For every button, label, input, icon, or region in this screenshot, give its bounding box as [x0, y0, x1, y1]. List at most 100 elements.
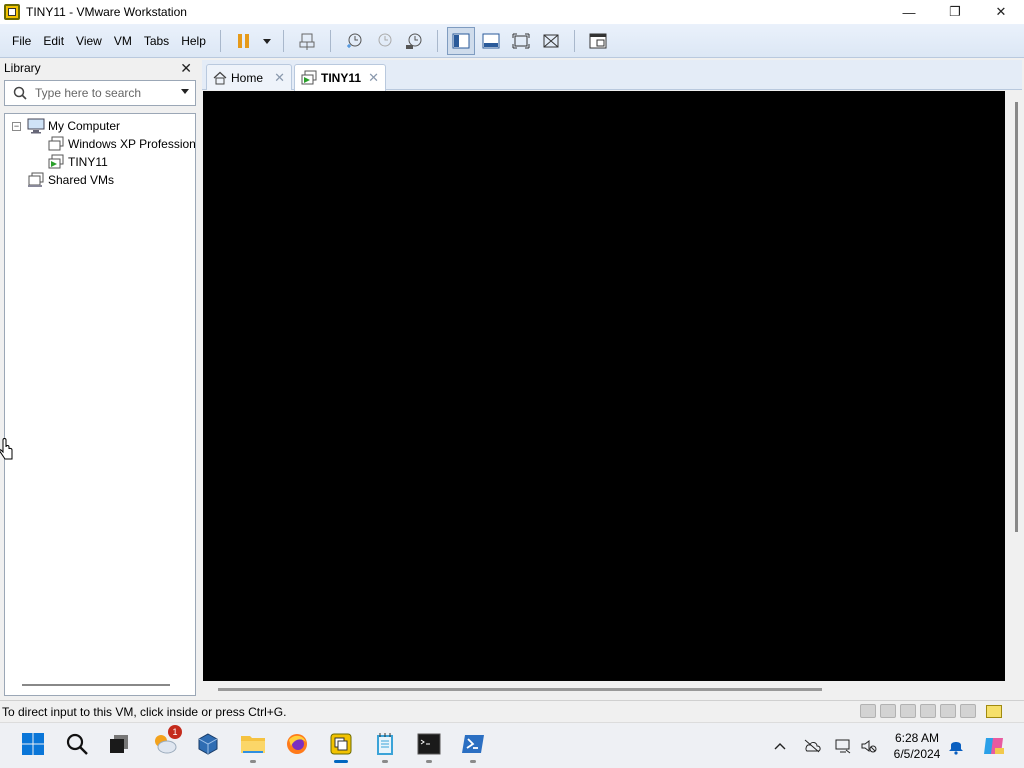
toolbar-divider — [573, 29, 575, 52]
shared-vms-icon — [27, 172, 45, 188]
close-tab-icon[interactable]: ✕ — [274, 70, 285, 86]
tree-item-windows-xp[interactable]: Windows XP Professional — [47, 135, 196, 153]
tree-item-label: Shared VMs — [48, 173, 115, 187]
show-library-icon[interactable] — [446, 26, 475, 55]
notepad-icon[interactable] — [372, 731, 398, 763]
start-icon[interactable] — [20, 731, 46, 757]
network-adapter-icon[interactable] — [900, 704, 916, 718]
status-text: To direct input to this VM, click inside… — [2, 704, 287, 719]
search-icon — [5, 86, 35, 100]
volume-muted-icon[interactable] — [860, 737, 878, 755]
library-header: Library ✕ — [0, 58, 200, 78]
maximize-button[interactable]: ❐ — [932, 0, 978, 24]
menu-vm[interactable]: VM — [108, 24, 138, 58]
power-dropdown-icon[interactable] — [260, 27, 274, 55]
display-icon[interactable] — [960, 704, 976, 718]
taskbar: 1 6:28 AM 6/5/2024 — [0, 722, 1024, 768]
tree-item-label: Windows XP Professional — [68, 137, 196, 151]
tab-label: Home — [231, 70, 264, 85]
vm-console[interactable] — [203, 91, 1005, 681]
full-screen-icon[interactable] — [507, 27, 535, 55]
collapse-icon[interactable]: − — [12, 122, 21, 131]
search-dropdown-icon[interactable] — [181, 89, 189, 94]
hand-cursor-icon — [0, 438, 14, 465]
close-library-icon[interactable]: ✕ — [180, 60, 192, 77]
terminal-icon[interactable] — [416, 731, 442, 763]
tree-item-my-computer[interactable]: My Computer — [27, 117, 120, 135]
status-bar: To direct input to this VM, click inside… — [0, 700, 1024, 722]
task-view-icon[interactable] — [106, 731, 132, 757]
running-indicator — [426, 760, 432, 763]
vmware-icon[interactable] — [328, 731, 354, 763]
computer-icon — [27, 118, 45, 134]
unity-icon[interactable] — [537, 27, 565, 55]
send-ctrl-alt-del-icon[interactable] — [293, 27, 321, 55]
library-tree: − My Computer Windows XP Professional TI… — [4, 113, 196, 696]
network-icon[interactable] — [834, 737, 852, 755]
menu-edit[interactable]: Edit — [37, 24, 70, 58]
menu-toolbar: File Edit View VM Tabs Help — [0, 24, 1024, 58]
toolbar-divider — [436, 29, 438, 52]
menu-view[interactable]: View — [70, 24, 108, 58]
console-view-icon[interactable] — [584, 27, 612, 55]
running-indicator — [334, 760, 348, 763]
chevron-up-icon[interactable] — [771, 737, 789, 755]
search-icon[interactable] — [64, 731, 90, 757]
firefox-icon[interactable] — [284, 731, 310, 757]
search-input[interactable] — [35, 86, 175, 100]
menu-help[interactable]: Help — [175, 24, 212, 58]
title-bar: TINY11 - VMware Workstation — ❐ ✕ — [0, 0, 1024, 24]
printer-icon[interactable] — [920, 704, 936, 718]
close-tab-icon[interactable]: ✕ — [368, 70, 379, 86]
sound-card-icon[interactable] — [940, 704, 956, 718]
library-panel: Library ✕ − My Computer Windows XP Profe… — [0, 58, 200, 700]
minimize-button[interactable]: — — [886, 0, 932, 24]
vertical-scrollbar[interactable] — [1015, 102, 1018, 532]
home-icon — [213, 71, 227, 85]
vm-running-icon — [47, 154, 65, 170]
notification-badge: 1 — [168, 725, 182, 739]
window-title: TINY11 - VMware Workstation — [26, 5, 187, 19]
snapshot-manager-icon[interactable] — [400, 27, 428, 55]
suspend-icon[interactable] — [230, 27, 258, 55]
menu-tabs[interactable]: Tabs — [138, 24, 175, 58]
tree-item-tiny11[interactable]: TINY11 — [47, 153, 108, 171]
snapshot-revert-icon[interactable] — [370, 27, 398, 55]
close-button[interactable]: ✕ — [978, 0, 1024, 24]
message-log-icon[interactable] — [986, 705, 1002, 718]
cd-dvd-icon[interactable] — [880, 704, 896, 718]
clock-date: 6/5/2024 — [893, 747, 941, 761]
vmware-app-icon — [4, 4, 20, 20]
library-title: Library — [4, 61, 41, 75]
clock-time: 6:28 AM — [894, 731, 940, 745]
tab-strip: Home ✕ TINY11 ✕ — [202, 60, 1022, 91]
file-explorer-icon[interactable] — [240, 731, 266, 763]
notification-bell-icon[interactable] — [947, 737, 965, 755]
tab-home[interactable]: Home ✕ — [206, 64, 292, 90]
system-clock[interactable]: 6:28 AM 6/5/2024 — [887, 730, 947, 762]
library-horizontal-scrollbar[interactable] — [22, 684, 170, 686]
running-indicator — [250, 760, 256, 763]
device-status-icons — [860, 704, 976, 718]
hard-disk-icon[interactable] — [860, 704, 876, 718]
virtualbox-icon[interactable] — [195, 731, 221, 757]
horizontal-scrollbar[interactable] — [218, 688, 822, 691]
library-search[interactable] — [4, 80, 196, 106]
running-indicator — [382, 760, 388, 763]
copilot-icon[interactable] — [982, 737, 1006, 755]
menu-file[interactable]: File — [6, 24, 37, 58]
tree-item-label: TINY11 — [68, 155, 108, 169]
vm-running-icon — [301, 70, 317, 86]
tree-item-shared-vms[interactable]: Shared VMs — [27, 171, 114, 189]
powershell-icon[interactable] — [460, 731, 486, 763]
toolbar-divider — [219, 29, 221, 52]
show-thumbnail-bar-icon[interactable] — [477, 27, 505, 55]
tab-label: TINY11 — [321, 71, 362, 85]
snapshot-take-icon[interactable] — [340, 27, 368, 55]
running-indicator — [470, 760, 476, 763]
tab-tiny11[interactable]: TINY11 ✕ — [294, 64, 386, 91]
weather-icon[interactable]: 1 — [152, 725, 182, 757]
vm-icon — [47, 136, 65, 152]
toolbar-divider — [329, 29, 331, 52]
onedrive-offline-icon[interactable] — [803, 737, 821, 755]
